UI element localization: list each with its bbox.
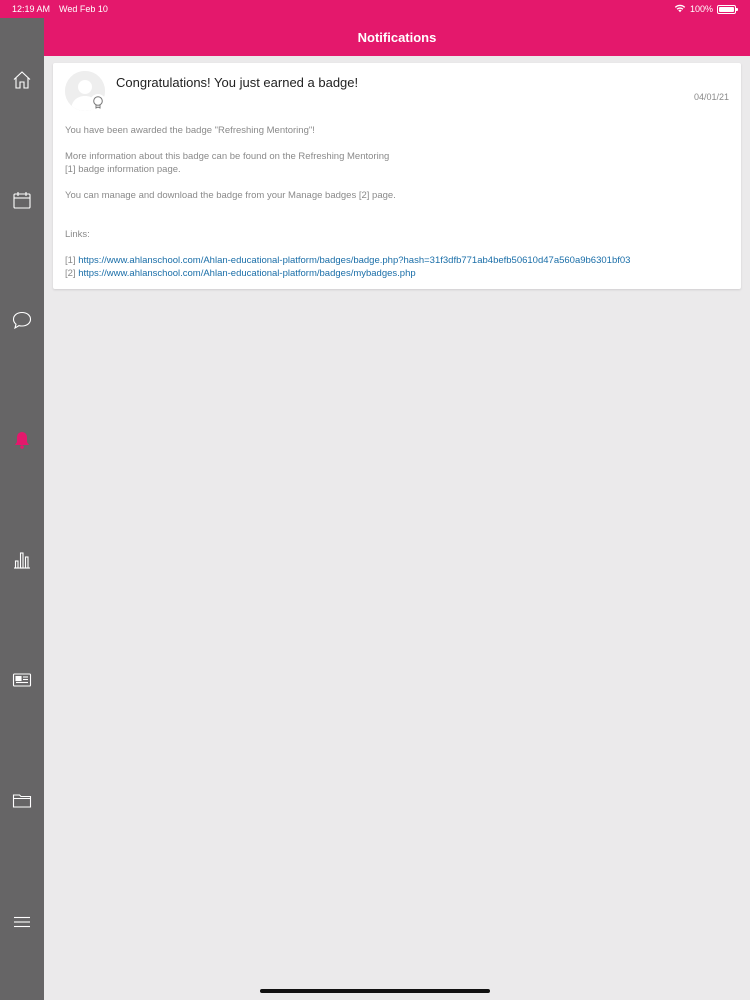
body-line: [1] badge information page. [65,164,181,175]
sidebar-item-notifications[interactable] [0,420,44,460]
notification-title: Congratulations! You just earned a badge… [116,75,359,90]
sidebar-item-news[interactable] [0,660,44,700]
status-time: 12:19 AM [12,4,51,14]
notification-date: 04/01/21 [693,92,729,102]
folder-icon [12,794,32,808]
my-badges-link[interactable]: https://www.ahlanschool.com/Ahlan-educat… [78,268,415,279]
notification-card[interactable]: Congratulations! You just earned a badge… [53,63,741,289]
notification-body: You have been awarded the badge "Refresh… [65,124,725,280]
status-indicators: 100% [674,3,738,15]
page-header: Notifications [44,18,750,56]
status-bar: 12:19 AM Wed Feb 10 100% [0,0,750,18]
sidebar [0,18,44,1000]
link-row: [1] https://www.ahlanschool.com/Ahlan-ed… [65,254,725,267]
sidebar-item-home[interactable] [0,60,44,100]
bar-chart-icon [14,552,30,569]
bell-icon [15,432,29,449]
menu-icon [14,916,30,928]
body-line: You have been awarded the badge "Refresh… [65,125,315,136]
link-number: [2] [65,268,76,279]
home-icon [13,71,31,89]
battery-fill [719,6,734,12]
sidebar-item-messages[interactable] [0,300,44,340]
home-indicator [260,989,490,993]
sidebar-item-calendar[interactable] [0,180,44,220]
sidebar-item-menu[interactable] [0,902,44,942]
battery-percent: 100% [689,4,713,14]
wifi-icon [674,3,686,15]
newspaper-icon [12,673,32,687]
link-number: [1] [65,255,76,266]
page-title: Notifications [357,29,437,45]
badge-info-link[interactable]: https://www.ahlanschool.com/Ahlan-educat… [78,255,630,266]
sidebar-item-grades[interactable] [0,540,44,580]
body-line: You can manage and download the badge fr… [65,190,396,201]
battery-icon [717,4,738,14]
links-label: Links: [65,229,90,240]
link-row: [2] https://www.ahlanschool.com/Ahlan-ed… [65,267,725,280]
status-date: Wed Feb 10 [59,4,108,14]
badge-icon [90,94,106,110]
chat-bubble-icon [12,311,32,330]
sidebar-item-files[interactable] [0,780,44,820]
calendar-icon [13,192,31,209]
body-line: More information about this badge can be… [65,151,390,162]
